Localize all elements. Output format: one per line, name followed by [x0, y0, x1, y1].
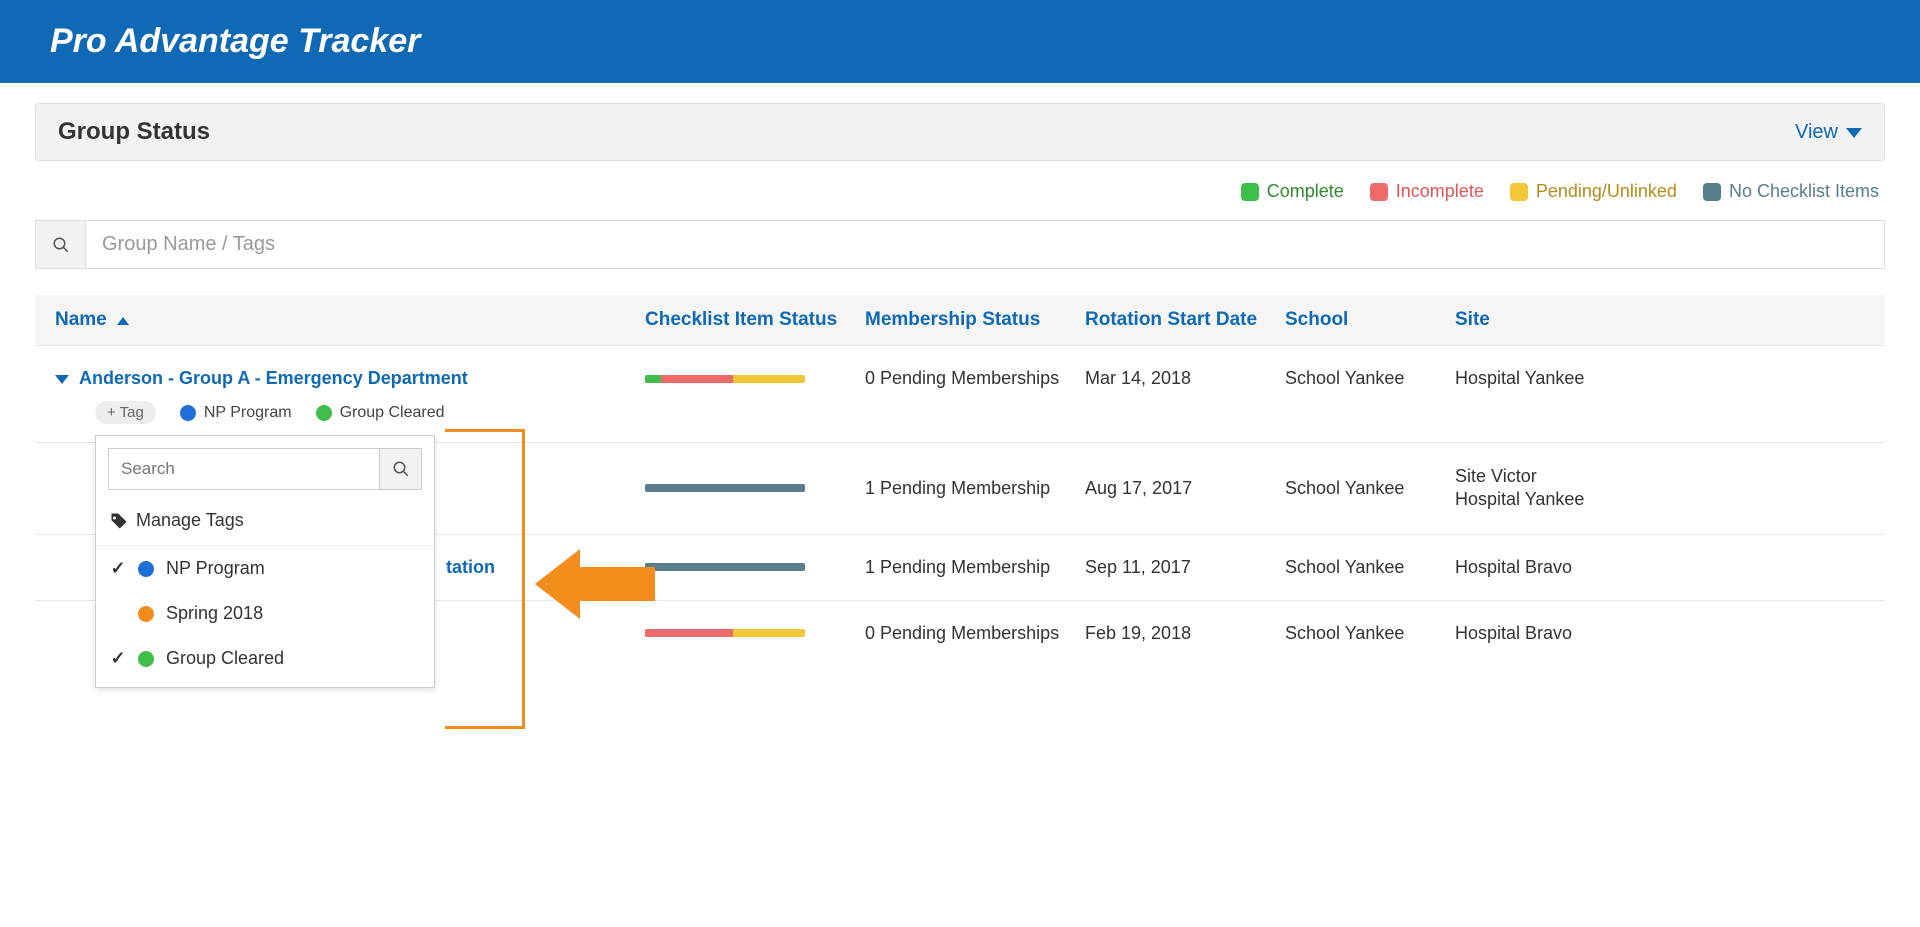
legend-incomplete-label: Incomplete — [1396, 181, 1484, 202]
tag-dot-icon — [138, 651, 154, 667]
legend-complete-label: Complete — [1267, 181, 1344, 202]
school-name: School Yankee — [1285, 557, 1455, 578]
table-header: Name Checklist Item Status Membership St… — [35, 295, 1885, 346]
legend-none: No Checklist Items — [1703, 181, 1879, 202]
panel-header: Group Status View — [35, 103, 1885, 161]
tag-search-input[interactable] — [109, 449, 379, 489]
school-name: School Yankee — [1285, 623, 1455, 644]
tag-dot-icon — [180, 405, 196, 421]
tag-label: Group Cleared — [340, 404, 445, 422]
view-label: View — [1795, 121, 1838, 144]
group-name-link[interactable]: Anderson - Group A - Emergency Departmen… — [55, 368, 645, 389]
swatch-complete — [1241, 183, 1259, 201]
manage-tags-link[interactable]: Manage Tags — [96, 502, 434, 546]
group-name-text: tation — [446, 557, 495, 578]
manage-tags-label: Manage Tags — [136, 510, 244, 531]
status-segment — [645, 375, 661, 383]
legend-pending: Pending/Unlinked — [1510, 181, 1677, 202]
group-name-text: Anderson - Group A - Emergency Departmen… — [79, 368, 468, 389]
search-bar — [35, 220, 1885, 269]
tag-option-label: Group Cleared — [166, 648, 284, 669]
tag-dropdown: Manage Tags ✓ NP Program Spring 2018 ✓ G… — [95, 435, 435, 688]
swatch-pending — [1510, 183, 1528, 201]
check-icon: ✓ — [110, 558, 126, 579]
col-checklist[interactable]: Checklist Item Status — [645, 309, 865, 331]
rotation-date: Mar 14, 2018 — [1085, 368, 1285, 389]
status-segment — [645, 629, 733, 637]
rotation-date: Sep 11, 2017 — [1085, 557, 1285, 578]
col-membership[interactable]: Membership Status — [865, 309, 1085, 331]
status-bar — [645, 375, 805, 383]
col-rotation[interactable]: Rotation Start Date — [1085, 309, 1285, 331]
status-bar — [645, 484, 805, 492]
tag-icon — [110, 512, 128, 530]
legend-incomplete: Incomplete — [1370, 181, 1484, 202]
site-name: Hospital Yankee — [1455, 368, 1615, 389]
status-segment — [733, 629, 805, 637]
tag-dropdown-search — [108, 448, 422, 490]
legend-complete: Complete — [1241, 181, 1344, 202]
search-button[interactable] — [36, 221, 86, 268]
col-site[interactable]: Site — [1455, 309, 1615, 331]
membership-status: 0 Pending Memberships — [865, 368, 1085, 389]
swatch-none — [1703, 183, 1721, 201]
col-name[interactable]: Name — [55, 309, 645, 331]
membership-status: 1 Pending Membership — [865, 557, 1085, 578]
swatch-incomplete — [1370, 183, 1388, 201]
tag-dot-icon — [138, 561, 154, 577]
site-name: Site VictorHospital Yankee — [1455, 465, 1615, 512]
status-bar — [645, 563, 805, 571]
tag-chip[interactable]: Group Cleared — [316, 404, 445, 422]
search-icon — [392, 460, 410, 478]
col-school[interactable]: School — [1285, 309, 1455, 331]
tag-option[interactable]: ✓ NP Program — [96, 546, 434, 591]
caret-down-icon — [1846, 121, 1862, 144]
tag-option[interactable]: Spring 2018 — [96, 591, 434, 636]
search-icon — [52, 236, 70, 254]
tag-dot-icon — [316, 405, 332, 421]
tag-dot-icon — [138, 606, 154, 622]
sort-asc-icon — [113, 309, 129, 331]
view-dropdown[interactable]: View — [1795, 121, 1862, 144]
status-bar — [645, 629, 805, 637]
table-row: Anderson - Group A - Emergency Departmen… — [35, 346, 1885, 399]
status-legend: Complete Incomplete Pending/Unlinked No … — [35, 181, 1885, 202]
status-segment — [661, 375, 733, 383]
school-name: School Yankee — [1285, 368, 1455, 389]
site-name: Hospital Bravo — [1455, 623, 1615, 644]
chevron-down-icon — [55, 368, 69, 389]
rotation-date: Aug 17, 2017 — [1085, 478, 1285, 499]
app-header: Pro Advantage Tracker — [0, 0, 1920, 83]
check-icon: ✓ — [110, 648, 126, 669]
add-tag-button[interactable]: + Tag — [95, 401, 156, 424]
legend-none-label: No Checklist Items — [1729, 181, 1879, 202]
membership-status: 1 Pending Membership — [865, 478, 1085, 499]
app-title: Pro Advantage Tracker — [50, 22, 1870, 61]
tag-search-button[interactable] — [379, 449, 421, 489]
tag-option-label: NP Program — [166, 558, 265, 579]
site-name: Hospital Bravo — [1455, 557, 1615, 578]
main-container: Group Status View Complete Incomplete Pe… — [0, 83, 1920, 686]
status-segment — [645, 484, 805, 492]
legend-pending-label: Pending/Unlinked — [1536, 181, 1677, 202]
tag-chip[interactable]: NP Program — [180, 404, 292, 422]
tag-option-label: Spring 2018 — [166, 603, 263, 624]
rotation-date: Feb 19, 2018 — [1085, 623, 1285, 644]
status-segment — [733, 375, 805, 383]
status-segment — [645, 563, 805, 571]
tag-label: NP Program — [204, 404, 292, 422]
panel-title: Group Status — [58, 118, 210, 146]
membership-status: 0 Pending Memberships — [865, 623, 1085, 644]
tag-option[interactable]: ✓ Group Cleared — [96, 636, 434, 681]
search-input[interactable] — [86, 221, 1884, 268]
tag-row: + Tag NP Program Group Cleared — [35, 399, 1885, 443]
group-table: Name Checklist Item Status Membership St… — [35, 295, 1885, 666]
school-name: School Yankee — [1285, 478, 1455, 499]
